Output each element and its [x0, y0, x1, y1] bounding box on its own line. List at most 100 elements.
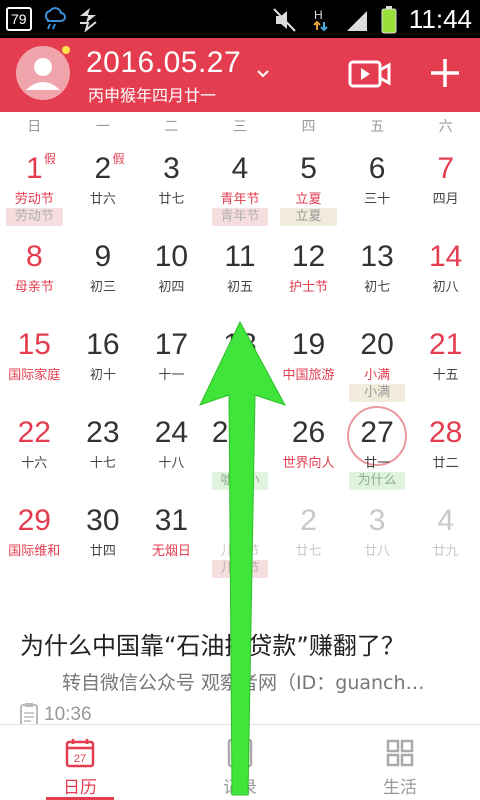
- day-subtext: 初十: [89, 368, 116, 383]
- day-subtext: 劳动节: [14, 192, 54, 207]
- chevron-down-icon[interactable]: [255, 68, 271, 80]
- avatar-icon: [26, 58, 60, 90]
- day-cell[interactable]: 2 假 廿六: [69, 140, 138, 228]
- day-cell[interactable]: 21 十五: [411, 316, 480, 404]
- day-cell[interactable]: 15 国际家庭: [0, 316, 69, 404]
- day-number: 1: [25, 152, 43, 185]
- solar-term-tag: 立夏: [280, 208, 337, 226]
- news-title[interactable]: 为什么中国靠“石油换贷款”赚翻了？: [20, 626, 405, 661]
- day-cell[interactable]: 儿…节 儿…节: [206, 492, 275, 580]
- day-number: 31: [154, 504, 189, 537]
- day-cell[interactable]: 7 四月: [411, 140, 480, 228]
- day-cell[interactable]: 2 廿七: [274, 492, 343, 580]
- day-subtext: 初三: [89, 280, 116, 295]
- day-cell[interactable]: 31 无烟日: [137, 492, 206, 580]
- day-cell[interactable]: 9 初三: [69, 228, 138, 316]
- day-cell[interactable]: 5 立夏 立夏: [274, 140, 343, 228]
- day-cell[interactable]: 14 初八: [411, 228, 480, 316]
- news-source: 转自微信公众号 观察者网（ID：guanch…: [62, 672, 425, 694]
- nav-label: 生活: [383, 778, 417, 798]
- day-number: 18: [223, 328, 257, 361]
- day-subtext: 廿八: [364, 544, 391, 559]
- day-subtext: 廿九: [432, 544, 459, 559]
- event-tag: 嘘…小: [211, 472, 269, 490]
- weekday-label: 五: [370, 119, 385, 135]
- weekday-label: 六: [438, 119, 453, 135]
- status-bar: 79 H 11:44: [0, 0, 480, 38]
- day-number: 4: [437, 504, 454, 537]
- avatar[interactable]: [16, 46, 70, 100]
- day-cell[interactable]: 28 廿二: [411, 404, 480, 492]
- day-cell[interactable]: 20 小满 小满: [343, 316, 412, 404]
- day-cell[interactable]: 12 护士节: [274, 228, 343, 316]
- nav-tab-calendar[interactable]: 27 日历: [0, 725, 160, 800]
- battery-icon: [381, 5, 397, 33]
- day-cell[interactable]: 2 嘘…小: [206, 404, 275, 492]
- day-subtext: 廿二: [432, 456, 459, 471]
- day-subtext: 无烟日: [151, 544, 191, 559]
- day-cell[interactable]: 4 廿九: [411, 492, 480, 580]
- cloud-rain-icon: [44, 7, 66, 30]
- day-subtext: 母亲节: [14, 280, 54, 295]
- day-number: 29: [17, 504, 51, 537]
- day-number: 28: [428, 416, 463, 449]
- day-subtext: 中国旅游: [282, 368, 335, 383]
- nav-tab-life[interactable]: 生活: [320, 725, 480, 800]
- day-cell[interactable]: 19 中国旅游: [274, 316, 343, 404]
- day-cell[interactable]: 6 三十: [343, 140, 412, 228]
- day-number: 15: [17, 328, 51, 361]
- day-cell[interactable]: 11 初五: [206, 228, 275, 316]
- day-cell[interactable]: 10 初四: [137, 228, 206, 316]
- day-number: 30: [86, 504, 120, 537]
- header-date[interactable]: 2016.05.27: [86, 46, 241, 80]
- day-subtext: 青年节: [220, 192, 260, 207]
- day-cell[interactable]: 26 世界向人: [274, 404, 343, 492]
- day-cell[interactable]: 8 母亲节: [0, 228, 69, 316]
- day-number: 14: [428, 240, 463, 273]
- day-cell[interactable]: 24 十八: [137, 404, 206, 492]
- day-number: 12: [291, 240, 326, 273]
- day-number: 9: [94, 240, 112, 273]
- day-subtext: 儿…节: [220, 544, 260, 559]
- day-subtext: 十七: [89, 456, 116, 471]
- day-cell[interactable]: 30 廿四: [69, 492, 138, 580]
- notes-icon: [227, 738, 253, 768]
- clock: 11:44: [408, 4, 472, 34]
- day-cell[interactable]: 16 初十: [69, 316, 138, 404]
- day-cell[interactable]: 3 廿七: [137, 140, 206, 228]
- day-subtext: 廿六: [89, 192, 116, 207]
- week-row: 1 假 劳动节 劳动节 2 假 廿六 3 廿七 4 青年节 青年节 5 立夏 立…: [0, 140, 480, 228]
- video-icon[interactable]: [348, 58, 392, 90]
- clipboard-icon: [20, 703, 38, 726]
- day-cell[interactable]: 22 十六: [0, 404, 69, 492]
- festival-tag: 儿…节: [211, 560, 269, 578]
- day-subtext: 国际家庭: [8, 368, 61, 383]
- day-cell[interactable]: 4 青年节 青年节: [206, 140, 275, 228]
- data-icon: H: [313, 8, 328, 31]
- day-cell[interactable]: 23 十七: [69, 404, 138, 492]
- plus-icon[interactable]: [428, 56, 462, 90]
- day-subtext: 十六: [21, 456, 48, 471]
- day-subtext: 廿七: [158, 192, 185, 207]
- week-row: 15 国际家庭 16 初十 17 十一 18 19 中国旅游 20 小满 小满 …: [0, 316, 480, 404]
- weekday-label: 四: [301, 119, 316, 135]
- day-cell[interactable]: 13 初七: [343, 228, 412, 316]
- day-number: 19: [291, 328, 326, 361]
- day-cell[interactable]: 1 假 劳动节 劳动节: [0, 140, 69, 228]
- day-number: 8: [25, 240, 43, 273]
- day-cell[interactable]: 3 廿八: [343, 492, 412, 580]
- day-number: 26: [291, 416, 326, 449]
- day-cell[interactable]: 29 国际维和: [0, 492, 69, 580]
- mute-icon: [273, 7, 296, 32]
- weekday-label: 二: [164, 119, 179, 135]
- header-lunar-date: 丙申猴年四月廿一: [88, 86, 217, 105]
- day-cell[interactable]: 18: [206, 316, 275, 404]
- day-number: 5: [300, 152, 317, 185]
- nav-tab-notes[interactable]: 记录: [160, 725, 320, 800]
- day-number: 20: [360, 328, 394, 361]
- day-cell[interactable]: 17 十一: [137, 316, 206, 404]
- day-number: 3: [163, 152, 180, 185]
- day-number: 23: [86, 416, 120, 449]
- day-cell-today[interactable]: 27 廿一 为什么: [343, 404, 412, 492]
- news-time: 10:36: [44, 704, 92, 725]
